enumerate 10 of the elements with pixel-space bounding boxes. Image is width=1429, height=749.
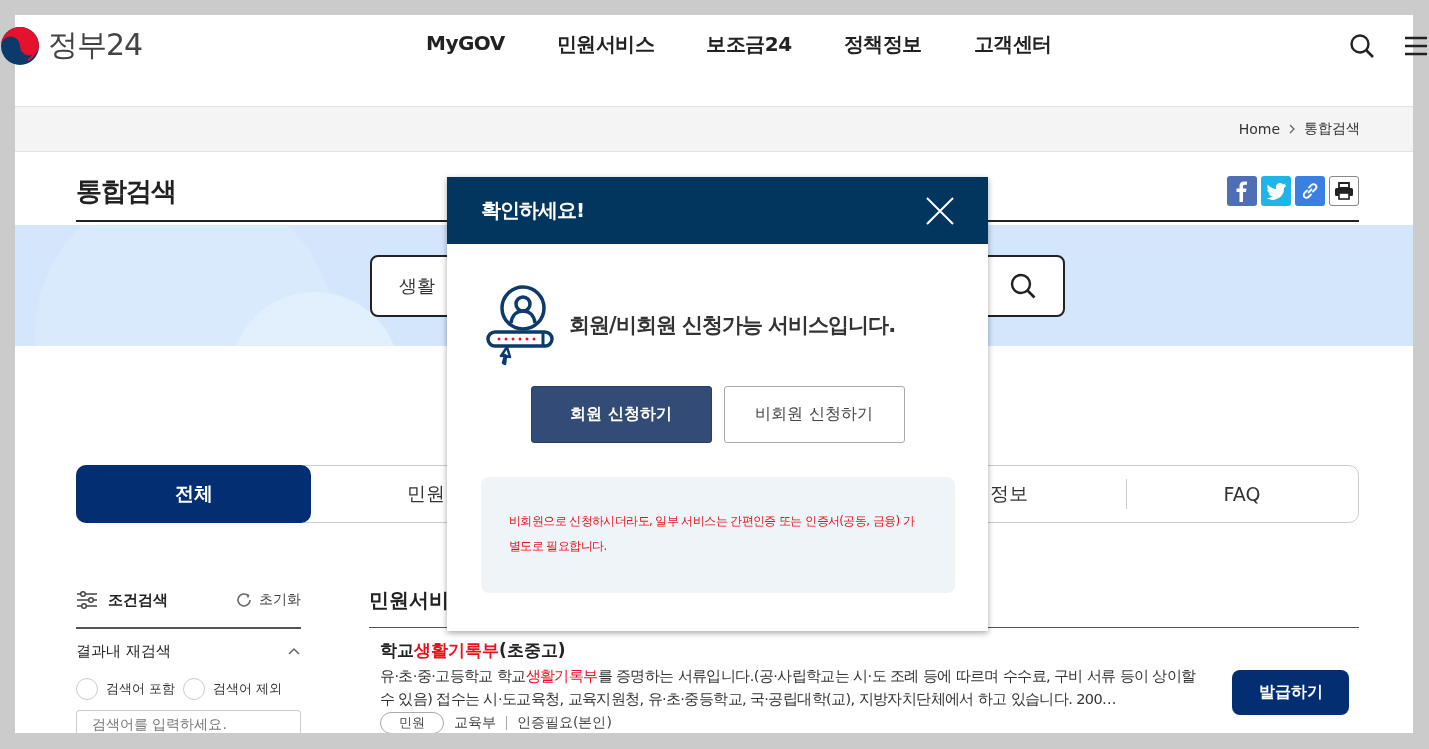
- agency-label: 교육부: [454, 714, 496, 732]
- section-heading: 민원서비: [369, 586, 449, 614]
- page-title: 통합검색: [76, 174, 176, 208]
- section-title: 결과내 재검색: [76, 641, 171, 661]
- result-description: 유·초·중·고등학교 학교생활기록부를 증명하는 서류입니다.(공·사립학교는 시·도 조례 등에 따르며 수수료, 구비 서류 등이 상이할 수 있음) 접수는 시·도교육청, 교육지원청, 유·초·중등학교, 국·공립대학(교), 지방자치단체에서 하고 있습니다. 200…: [380, 667, 1197, 709]
- dialog-title: 확인하세요!: [481, 197, 585, 224]
- filter-title: 조건검색: [108, 590, 168, 610]
- auth-label: 인증필요(본인): [517, 714, 612, 732]
- notice-text: 비회원으로 신청하시더라도, 일부 서비스는 간편인증 또는 인증서(공동, 금융) 가 별도로 필요합니다.: [509, 513, 916, 555]
- dialog-message: 회원/비회원 신청가능 서비스입니다.: [569, 312, 896, 339]
